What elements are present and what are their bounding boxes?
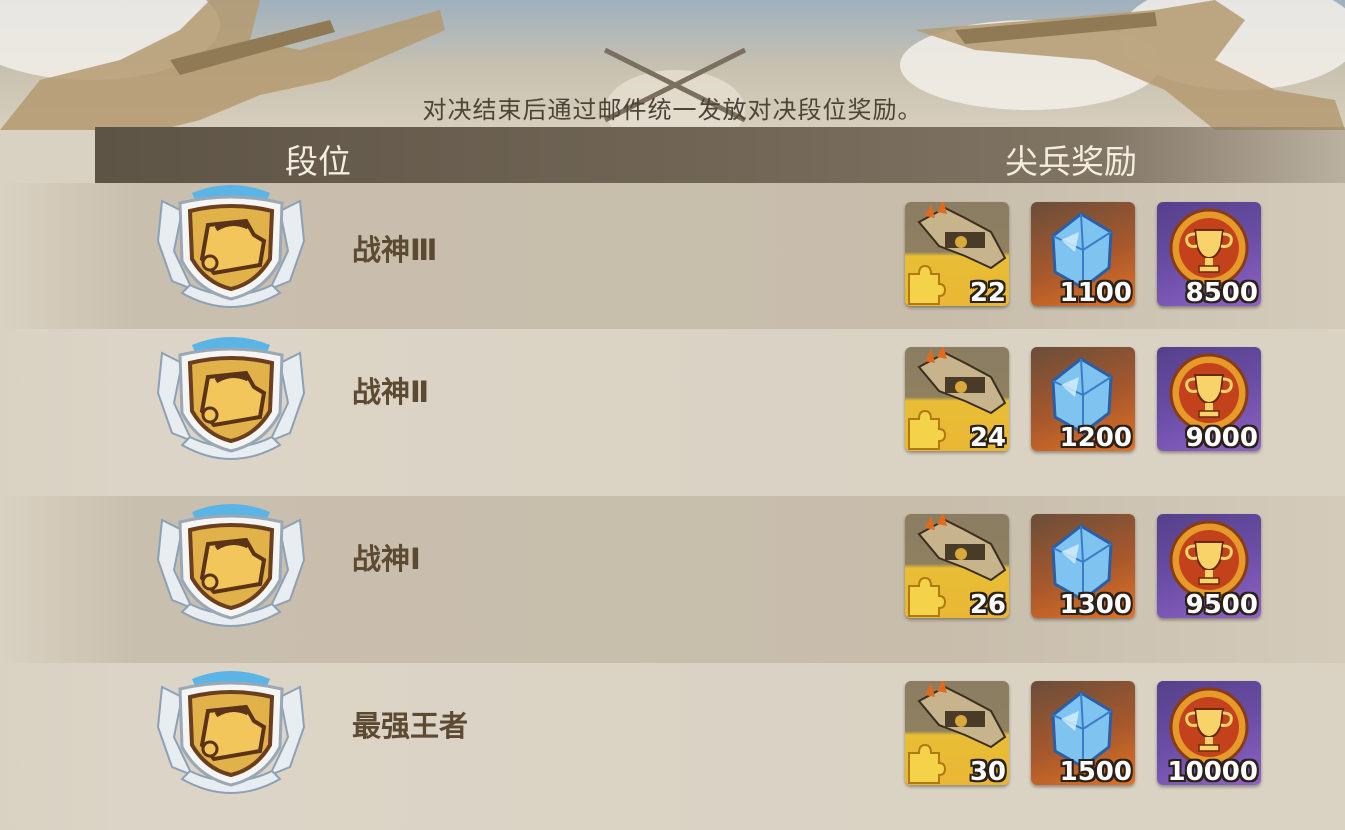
reward-quantity: 1200	[1059, 423, 1132, 451]
tank-rank-badge-icon	[156, 185, 306, 308]
reward-quantity: 26	[969, 590, 1006, 618]
rank-name: 战神Ⅲ	[352, 233, 438, 267]
reward-column-header: 尖兵奖励	[1005, 142, 1137, 181]
reward-item-crystal[interactable]: 1300	[1031, 514, 1135, 618]
table-header: 段位 尖兵奖励	[95, 127, 1345, 183]
reward-item-crystal[interactable]: 1200	[1031, 347, 1135, 451]
reward-quantity: 1100	[1059, 278, 1132, 306]
reward-item-medal[interactable]: 9500	[1157, 514, 1261, 618]
reward-item-medal[interactable]: 8500	[1157, 202, 1261, 306]
reward-item-mech-fragment[interactable]: 30	[905, 681, 1009, 785]
reward-quantity: 10000	[1167, 757, 1258, 785]
rank-name: 战神Ⅰ	[352, 542, 421, 576]
reward-item-crystal[interactable]: 1500	[1031, 681, 1135, 785]
reward-quantity: 30	[969, 757, 1006, 785]
reward-quantity: 1300	[1059, 590, 1132, 618]
reward-quantity: 24	[969, 423, 1006, 451]
rank-column-header: 段位	[285, 142, 351, 181]
reward-item-mech-fragment[interactable]: 26	[905, 514, 1009, 618]
reward-quantity: 1500	[1059, 757, 1132, 785]
tank-rank-badge-icon	[156, 504, 306, 627]
reward-item-mech-fragment[interactable]: 22	[905, 202, 1009, 306]
reward-quantity: 8500	[1185, 278, 1258, 306]
reward-quantity: 9000	[1185, 423, 1258, 451]
reward-quantity: 9500	[1185, 590, 1258, 618]
reward-item-crystal[interactable]: 1100	[1031, 202, 1135, 306]
reward-notice-text: 对决结束后通过邮件统一发放对决段位奖励。	[422, 96, 923, 124]
rank-row: 最强王者 30 1500 10000	[0, 663, 1345, 830]
tank-rank-badge-icon	[156, 337, 306, 460]
rank-name: 战神Ⅱ	[352, 375, 430, 409]
rank-row: 战神Ⅱ 24 1200 9000	[0, 329, 1345, 496]
rank-row: 战神Ⅲ 22 1100 8500	[0, 183, 1345, 329]
rank-name: 最强王者	[352, 709, 469, 743]
reward-item-medal[interactable]: 10000	[1157, 681, 1261, 785]
reward-item-medal[interactable]: 9000	[1157, 347, 1261, 451]
tank-rank-badge-icon	[156, 671, 306, 794]
reward-item-mech-fragment[interactable]: 24	[905, 347, 1009, 451]
rank-row: 战神Ⅰ 26 1300 9500	[0, 496, 1345, 663]
top-banner-art: 对决结束后通过邮件统一发放对决段位奖励。	[0, 0, 1345, 130]
reward-quantity: 22	[969, 278, 1006, 306]
